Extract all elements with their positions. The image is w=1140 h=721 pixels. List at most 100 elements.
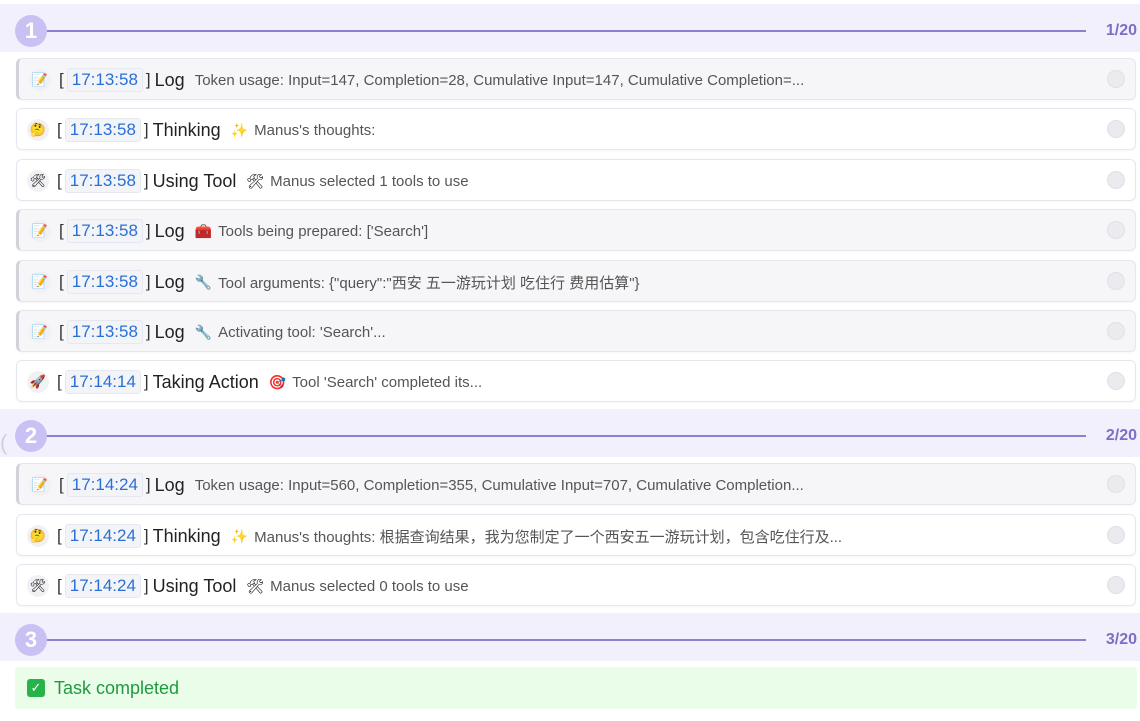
status-indicator[interactable] bbox=[1107, 171, 1125, 189]
entry-body: [ 17:13:58 ] Log 🔧 Activating tool: 'Sea… bbox=[59, 311, 1095, 353]
status-indicator[interactable] bbox=[1107, 221, 1125, 239]
bracket-close: ] bbox=[143, 372, 149, 391]
entry-message: Manus's thoughts: bbox=[254, 121, 376, 139]
memo-icon: 📝 bbox=[29, 220, 51, 242]
step-header: 2 2/20 bbox=[0, 409, 1140, 457]
entry-timestamp: 17:13:58 bbox=[64, 169, 141, 193]
memo-icon: 📝 bbox=[29, 474, 51, 496]
entry-message: Tools being prepared: ['Search'] bbox=[218, 222, 429, 240]
bracket-close: ] bbox=[143, 171, 149, 190]
entry-timestamp: 17:13:58 bbox=[64, 118, 141, 142]
bracket-open: [ bbox=[59, 221, 64, 240]
entry-timestamp: 17:13:58 bbox=[66, 270, 143, 294]
status-indicator[interactable] bbox=[1107, 372, 1125, 390]
status-indicator[interactable] bbox=[1107, 475, 1125, 493]
entry-type: Thinking bbox=[152, 525, 221, 546]
step-divider bbox=[47, 435, 1086, 437]
status-indicator[interactable] bbox=[1107, 70, 1125, 88]
status-indicator[interactable] bbox=[1107, 526, 1125, 544]
entry-type: Log bbox=[154, 321, 185, 342]
entry-timestamp: 17:13:58 bbox=[66, 219, 143, 243]
entry-type: Log bbox=[154, 271, 185, 292]
entry-timestamp: 17:14:14 bbox=[64, 370, 141, 394]
target-icon: 🎯 bbox=[268, 373, 287, 390]
entry-message: Token usage: Input=147, Completion=28, C… bbox=[194, 71, 805, 89]
bracket-open: [ bbox=[59, 272, 64, 291]
entry-message: Tool arguments: {"query":"西安 五一游玩计划 吃住行 … bbox=[218, 274, 640, 292]
wrench-icon: 🔧 bbox=[194, 273, 213, 290]
step-number-badge: 3 bbox=[15, 624, 47, 656]
sparkles-icon: ✨ bbox=[230, 121, 249, 138]
timeline-entry-log[interactable]: 📝 [ 17:13:58 ] Log 🔧 Tool arguments: {"q… bbox=[16, 260, 1136, 302]
toolbox-icon: 🧰 bbox=[194, 222, 213, 239]
entry-type: Thinking bbox=[152, 119, 221, 140]
step-header: 1 1/20 bbox=[0, 4, 1140, 52]
entry-timestamp: 17:14:24 bbox=[64, 524, 141, 548]
timeline-entry-log[interactable]: 📝 [ 17:14:24 ] Log Token usage: Input=56… bbox=[16, 463, 1136, 505]
entry-message: Tool 'Search' completed its... bbox=[292, 373, 483, 391]
entry-type: Using Tool bbox=[152, 170, 237, 191]
entry-body: [ 17:14:14 ] Taking Action 🎯 Tool 'Searc… bbox=[57, 361, 1095, 403]
timeline-entry-log[interactable]: 📝 [ 17:13:58 ] Log 🔧 Activating tool: 'S… bbox=[16, 310, 1136, 352]
memo-icon: 📝 bbox=[29, 69, 51, 91]
entry-body: [ 17:14:24 ] Thinking ✨ Manus's thoughts… bbox=[57, 515, 1095, 557]
bracket-open: [ bbox=[57, 372, 62, 391]
tools-icon: 🛠 bbox=[27, 575, 49, 597]
bracket-open: [ bbox=[57, 576, 62, 595]
status-indicator[interactable] bbox=[1107, 272, 1125, 290]
step-count: 2/20 bbox=[1105, 427, 1137, 444]
step-divider bbox=[47, 30, 1086, 32]
task-timeline: 1 1/20 📝 [ 17:13:58 ] Log Token usage: I… bbox=[0, 0, 1140, 721]
rocket-icon: 🚀 bbox=[27, 371, 49, 393]
entry-type: Using Tool bbox=[152, 575, 237, 596]
bracket-open: [ bbox=[57, 120, 62, 139]
step-number-badge: 1 bbox=[15, 15, 47, 47]
status-indicator[interactable] bbox=[1107, 120, 1125, 138]
bracket-close: ] bbox=[145, 272, 151, 291]
entry-type: Log bbox=[154, 220, 185, 241]
memo-icon: 📝 bbox=[29, 271, 51, 293]
bracket-close: ] bbox=[143, 576, 149, 595]
thinking-face-icon: 🤔 bbox=[27, 525, 49, 547]
entry-body: [ 17:13:58 ] Log 🔧 Tool arguments: {"que… bbox=[59, 261, 1095, 303]
entry-timestamp: 17:13:58 bbox=[66, 320, 143, 344]
bracket-open: [ bbox=[57, 171, 62, 190]
entry-timestamp: 17:14:24 bbox=[64, 574, 141, 598]
status-indicator[interactable] bbox=[1107, 322, 1125, 340]
tools-icon: 🛠 bbox=[27, 170, 49, 192]
bracket-open: [ bbox=[59, 322, 64, 341]
step-divider bbox=[47, 639, 1086, 641]
step-count: 3/20 bbox=[1105, 631, 1137, 648]
entry-body: [ 17:13:58 ] Using Tool 🛠 Manus selected… bbox=[57, 160, 1095, 202]
bracket-close: ] bbox=[145, 322, 151, 341]
timeline-entry-thinking[interactable]: 🤔 [ 17:13:58 ] Thinking ✨ Manus's though… bbox=[16, 108, 1136, 150]
entry-message: Manus selected 0 tools to use bbox=[270, 577, 469, 595]
step-number-badge: 2 bbox=[15, 420, 47, 452]
entry-timestamp: 17:14:24 bbox=[66, 473, 143, 497]
bracket-close: ] bbox=[145, 221, 151, 240]
bracket-open: [ bbox=[57, 526, 62, 545]
task-completed-banner: ✓ Task completed bbox=[15, 667, 1137, 709]
bracket-close: ] bbox=[145, 70, 151, 89]
bracket-close: ] bbox=[143, 120, 149, 139]
entry-body: [ 17:13:58 ] Log Token usage: Input=147,… bbox=[59, 59, 1095, 101]
status-indicator[interactable] bbox=[1107, 576, 1125, 594]
wrench-icon: 🔧 bbox=[194, 323, 213, 340]
entry-message: Manus selected 1 tools to use bbox=[270, 172, 469, 190]
bracket-close: ] bbox=[143, 526, 149, 545]
timeline-entry-log[interactable]: 📝 [ 17:13:58 ] Log Token usage: Input=14… bbox=[16, 58, 1136, 100]
entry-type: Taking Action bbox=[152, 371, 259, 392]
timeline-entry-tool[interactable]: 🛠 [ 17:13:58 ] Using Tool 🛠 Manus select… bbox=[16, 159, 1136, 201]
entry-type: Log bbox=[154, 474, 185, 495]
task-completed-label: Task completed bbox=[54, 677, 180, 698]
timeline-entry-action[interactable]: 🚀 [ 17:14:14 ] Taking Action 🎯 Tool 'Sea… bbox=[16, 360, 1136, 402]
entry-body: [ 17:13:58 ] Thinking ✨ Manus's thoughts… bbox=[57, 109, 1095, 151]
step-count: 1/20 bbox=[1105, 22, 1137, 39]
timeline-entry-log[interactable]: 📝 [ 17:13:58 ] Log 🧰 Tools being prepare… bbox=[16, 209, 1136, 251]
timeline-entry-tool[interactable]: 🛠 [ 17:14:24 ] Using Tool 🛠 Manus select… bbox=[16, 564, 1136, 606]
step-header: 3 3/20 bbox=[0, 613, 1140, 661]
entry-body: [ 17:14:24 ] Using Tool 🛠 Manus selected… bbox=[57, 565, 1095, 607]
collapse-handle[interactable]: ( bbox=[0, 430, 7, 456]
entry-message: Manus's thoughts: 根据查询结果，我为您制定了一个西安五一游玩计… bbox=[254, 528, 843, 546]
timeline-entry-thinking[interactable]: 🤔 [ 17:14:24 ] Thinking ✨ Manus's though… bbox=[16, 514, 1136, 556]
